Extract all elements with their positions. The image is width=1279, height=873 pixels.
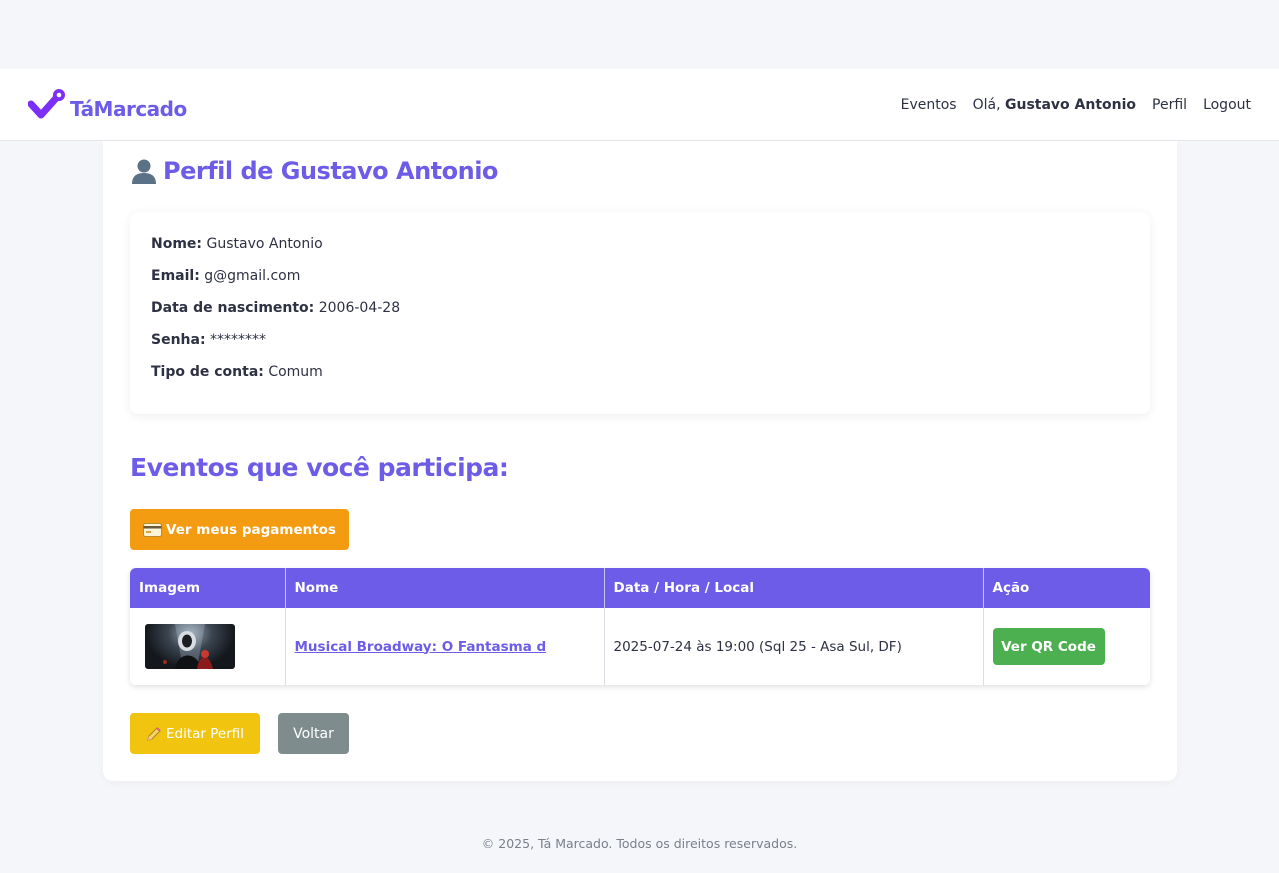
user-bust-icon: [132, 159, 156, 184]
brand-logo[interactable]: TáMarcado: [28, 87, 187, 123]
cell-image: [130, 608, 286, 685]
info-label: Tipo de conta:: [151, 364, 264, 380]
info-value: g@gmail.com: [204, 268, 301, 284]
info-label: Email:: [151, 268, 200, 284]
view-payments-label: Ver meus pagamentos: [166, 521, 336, 538]
profile-card: Perfil de Gustavo Antonio Nome: Gustavo …: [103, 141, 1177, 781]
navbar: TáMarcado Eventos Olá, Gustavo Antonio P…: [0, 69, 1279, 141]
cell-action: Ver QR Code: [983, 608, 1150, 685]
edit-profile-label: Editar Perfil: [165, 725, 245, 742]
view-qr-code-button[interactable]: Ver QR Code: [992, 628, 1105, 665]
event-image-icon: [163, 624, 213, 669]
nav-links: Eventos Olá, Gustavo Antonio Perfil Logo…: [885, 97, 1251, 113]
info-row-birthdate: Data de nascimento: 2006-04-28: [151, 298, 1129, 330]
info-value: ********: [210, 332, 267, 348]
nav-link-events[interactable]: Eventos: [901, 97, 957, 113]
col-header-name: Nome: [285, 568, 605, 608]
brand-name: TáMarcado: [70, 96, 187, 121]
nav-link-logout[interactable]: Logout: [1203, 97, 1251, 113]
info-row-name: Nome: Gustavo Antonio: [151, 234, 1129, 266]
info-row-email: Email: g@gmail.com: [151, 266, 1129, 298]
events-table: Imagem Nome Data / Hora / Local Ação Mus…: [130, 568, 1150, 685]
info-row-password: Senha: ********: [151, 330, 1129, 362]
greeting-username: Gustavo Antonio: [1004, 96, 1137, 113]
table-header-row: Imagem Nome Data / Hora / Local Ação: [130, 568, 1150, 608]
info-label: Nome:: [151, 236, 203, 252]
pencil-icon: [147, 726, 161, 741]
info-value: Comum: [268, 364, 323, 380]
info-value: Gustavo Antonio: [206, 236, 323, 252]
footer-copyright: © 2025, Tá Marcado. Todos os direitos re…: [481, 836, 798, 851]
cell-datetime-location: 2025-07-24 às 19:00 (Sql 25 - Asa Sul, D…: [604, 608, 984, 685]
back-button[interactable]: Voltar: [278, 713, 349, 754]
user-greeting: Olá, Gustavo Antonio: [973, 97, 1136, 113]
greeting-prefix: Olá,: [972, 96, 1001, 113]
page-title-text: Perfil de Gustavo Antonio: [163, 157, 498, 185]
view-payments-button[interactable]: Ver meus pagamentos: [130, 509, 349, 550]
table-row: Musical Broadway: O Fantasma d 2025-07-2…: [130, 608, 1150, 685]
edit-profile-button[interactable]: Editar Perfil: [130, 713, 260, 754]
cell-event-name: Musical Broadway: O Fantasma d: [285, 608, 605, 685]
info-label: Data de nascimento:: [151, 300, 315, 316]
event-name-link[interactable]: Musical Broadway: O Fantasma d: [295, 639, 547, 655]
page-title: Perfil de Gustavo Antonio: [129, 156, 498, 186]
nav-link-profile[interactable]: Perfil: [1152, 97, 1187, 113]
info-label: Senha:: [151, 332, 206, 348]
profile-info-box: Nome: Gustavo Antonio Email: g@gmail.com…: [130, 212, 1150, 414]
check-pin-icon: [28, 88, 65, 118]
col-header-datetime: Data / Hora / Local: [604, 568, 984, 608]
info-row-account-type: Tipo de conta: Comum: [151, 362, 1129, 394]
info-value: 2006-04-28: [318, 300, 401, 316]
col-header-action: Ação: [983, 568, 1150, 608]
events-section-title: Eventos que você participa:: [130, 453, 509, 482]
credit-card-icon: [143, 522, 163, 537]
event-thumbnail: [145, 624, 235, 669]
col-header-image: Imagem: [130, 568, 286, 608]
